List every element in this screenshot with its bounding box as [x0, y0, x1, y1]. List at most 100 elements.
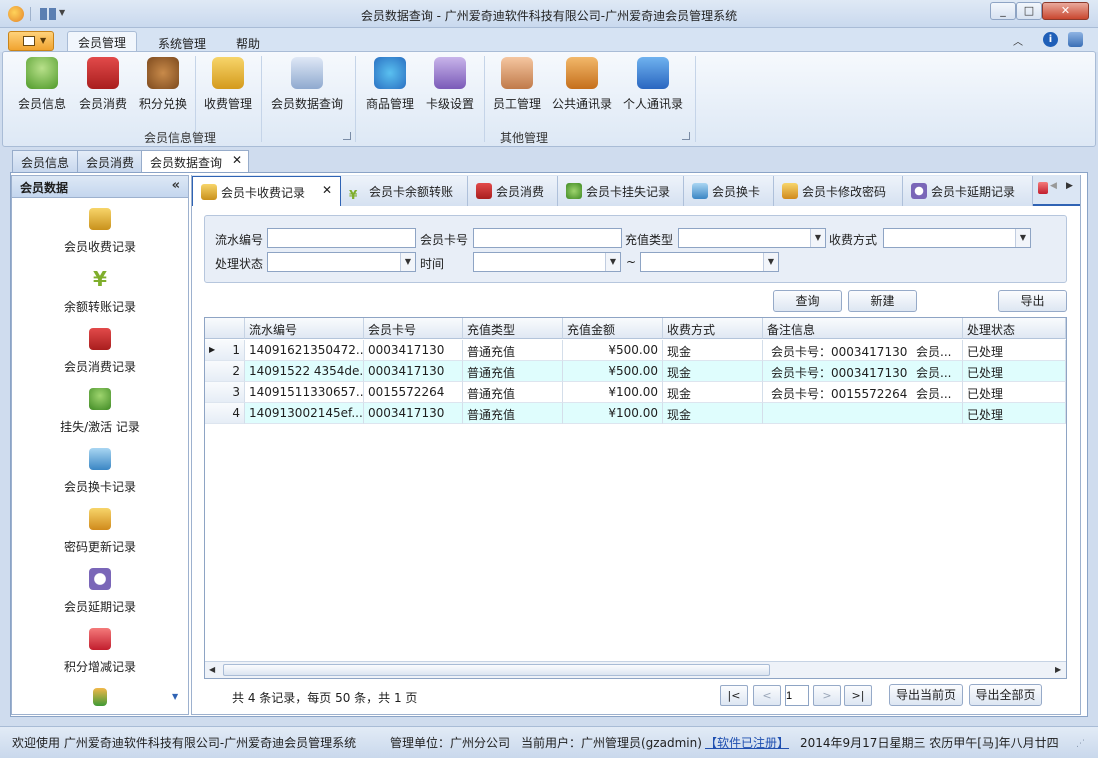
column-header[interactable]: 会员卡号: [364, 318, 463, 339]
subtab-consume[interactable]: 会员消费: [468, 176, 558, 206]
maximize-button[interactable]: □: [1016, 2, 1042, 20]
status-select[interactable]: ▼: [267, 252, 416, 272]
column-header[interactable]: 流水编号: [245, 318, 364, 339]
column-header[interactable]: 收费方式: [663, 318, 763, 339]
table-cell[interactable]: 14091621350472...: [245, 340, 364, 361]
minimize-button[interactable]: _: [990, 2, 1016, 20]
scroll-right-icon[interactable]: ▶: [1055, 665, 1061, 674]
points-exchange-button[interactable]: 积分兑换: [135, 57, 191, 112]
nav-item-loss-records[interactable]: 挂失/激活 记录: [12, 388, 188, 435]
table-cell[interactable]: 已处理: [963, 361, 1066, 382]
chevron-down-icon[interactable]: ▼: [400, 253, 415, 271]
close-tab-icon[interactable]: ✕: [232, 153, 242, 167]
recharge-type-select[interactable]: ▼: [678, 228, 826, 248]
member-consume-button[interactable]: 会员消费: [75, 57, 131, 112]
table-cell[interactable]: 普通充值: [463, 340, 563, 361]
table-cell[interactable]: 普通充值: [463, 403, 563, 424]
table-cell[interactable]: 现金: [663, 382, 763, 403]
product-management-button[interactable]: 商品管理: [363, 57, 417, 112]
table-cell[interactable]: ¥500.00: [563, 340, 663, 361]
member-data-query-button[interactable]: 会员数据查询: [267, 57, 347, 112]
employee-management-button[interactable]: 员工管理: [489, 57, 545, 112]
dialog-launcher-icon[interactable]: [682, 132, 690, 140]
first-page-button[interactable]: |<: [720, 685, 748, 706]
table-cell[interactable]: 已处理: [963, 340, 1066, 361]
nav-item-card-change-records[interactable]: 会员换卡记录: [12, 448, 188, 495]
table-cell[interactable]: 已处理: [963, 382, 1066, 403]
tab-system-management[interactable]: 系统管理: [148, 33, 216, 52]
pay-method-select[interactable]: ▼: [883, 228, 1031, 248]
dialog-launcher-icon[interactable]: [343, 132, 351, 140]
table-cell[interactable]: 0003417130: [364, 403, 463, 424]
start-date-picker[interactable]: ▼: [473, 252, 621, 272]
chevron-down-icon[interactable]: ▼: [763, 253, 778, 271]
table-cell[interactable]: 14091522 4354de...: [245, 361, 364, 382]
personal-contacts-button[interactable]: 个人通讯录: [619, 57, 687, 112]
chevron-down-icon[interactable]: ▼: [810, 229, 825, 247]
subtab-loss-records[interactable]: 会员卡挂失记录: [558, 176, 684, 206]
resize-grip-icon[interactable]: ⋰: [1076, 739, 1085, 749]
info-icon[interactable]: i: [1043, 32, 1058, 47]
export-current-page-button[interactable]: 导出当前页: [889, 684, 963, 706]
horizontal-scrollbar[interactable]: ◀ ▶: [205, 661, 1066, 678]
subtab-extension[interactable]: 会员卡延期记录: [903, 176, 1033, 206]
doc-tab-member-data-query[interactable]: 会员数据查询 ✕: [141, 150, 250, 173]
table-cell[interactable]: 现金: [663, 340, 763, 361]
table-cell[interactable]: [763, 403, 963, 424]
export-button[interactable]: 导出: [998, 290, 1067, 312]
export-all-pages-button[interactable]: 导出全部页: [969, 684, 1042, 706]
nav-item-extension-records[interactable]: 会员延期记录: [12, 568, 188, 615]
scroll-left-icon[interactable]: ◀: [209, 665, 215, 674]
chevron-down-icon[interactable]: ▼: [605, 253, 620, 271]
table-cell[interactable]: 140913002145ef...: [245, 403, 364, 424]
column-header[interactable]: 备注信息: [763, 318, 963, 339]
scroll-down-icon[interactable]: ▼: [172, 692, 178, 701]
subtab-card-change[interactable]: 会员换卡: [684, 176, 774, 206]
row-header[interactable]: ▶ 1: [205, 340, 245, 361]
end-date-picker[interactable]: ▼: [640, 252, 779, 272]
close-button[interactable]: ✕: [1042, 2, 1089, 20]
table-cell[interactable]: 已处理: [963, 403, 1066, 424]
column-header[interactable]: 充值金额: [563, 318, 663, 339]
settings-icon[interactable]: [1068, 32, 1083, 47]
scroll-thumb[interactable]: [223, 664, 770, 676]
nav-item-points-records[interactable]: 积分增减记录: [12, 628, 188, 675]
serial-input[interactable]: [267, 228, 416, 248]
table-cell[interactable]: 普通充值: [463, 382, 563, 403]
row-header[interactable]: 3: [205, 382, 245, 403]
row-header[interactable]: 4: [205, 403, 245, 424]
registered-link[interactable]: 【软件已注册】: [705, 734, 789, 751]
doc-tab-member-consume[interactable]: 会员消费: [77, 150, 144, 172]
fee-management-button[interactable]: 收费管理: [199, 57, 257, 112]
scroll-right-icon[interactable]: ▶: [1066, 181, 1073, 191]
close-tab-icon[interactable]: ✕: [322, 183, 332, 197]
table-cell[interactable]: ¥100.00: [563, 403, 663, 424]
tab-member-management[interactable]: 会员管理: [67, 31, 138, 53]
column-header[interactable]: 充值类型: [463, 318, 563, 339]
application-menu-button[interactable]: ▼: [8, 31, 54, 51]
subtab-fee-records[interactable]: 会员卡收费记录 ✕: [192, 176, 341, 206]
row-header[interactable]: 2: [205, 361, 245, 382]
nav-item-more[interactable]: [12, 688, 188, 708]
column-header[interactable]: 处理状态: [963, 318, 1066, 339]
table-cell[interactable]: 会员卡号：0015572264 会员...: [763, 382, 963, 403]
card-level-button[interactable]: 卡级设置: [421, 57, 479, 112]
new-button[interactable]: 新建: [848, 290, 917, 312]
table-cell[interactable]: 0003417130: [364, 361, 463, 382]
last-page-button[interactable]: >|: [844, 685, 872, 706]
table-cell[interactable]: 普通充值: [463, 361, 563, 382]
table-cell[interactable]: 会员卡号：0003417130 会员...: [763, 361, 963, 382]
public-contacts-button[interactable]: 公共通讯录: [549, 57, 615, 112]
table-cell[interactable]: ¥500.00: [563, 361, 663, 382]
table-cell[interactable]: ¥100.00: [563, 382, 663, 403]
subtab-balance-transfer[interactable]: ¥ 会员卡余额转账: [341, 176, 468, 206]
nav-item-fee-records[interactable]: 会员收费记录: [12, 208, 188, 255]
nav-item-transfer-records[interactable]: ¥ 余额转账记录: [12, 268, 188, 315]
card-input[interactable]: [473, 228, 622, 248]
table-cell[interactable]: 会员卡号：0003417130 会员...: [763, 340, 963, 361]
chevron-down-icon[interactable]: ▼: [1015, 229, 1030, 247]
table-cell[interactable]: 14091511330657...: [245, 382, 364, 403]
table-cell[interactable]: 现金: [663, 361, 763, 382]
tab-help[interactable]: 帮助: [226, 33, 270, 52]
collapse-ribbon-icon[interactable]: ︿: [1013, 33, 1023, 48]
